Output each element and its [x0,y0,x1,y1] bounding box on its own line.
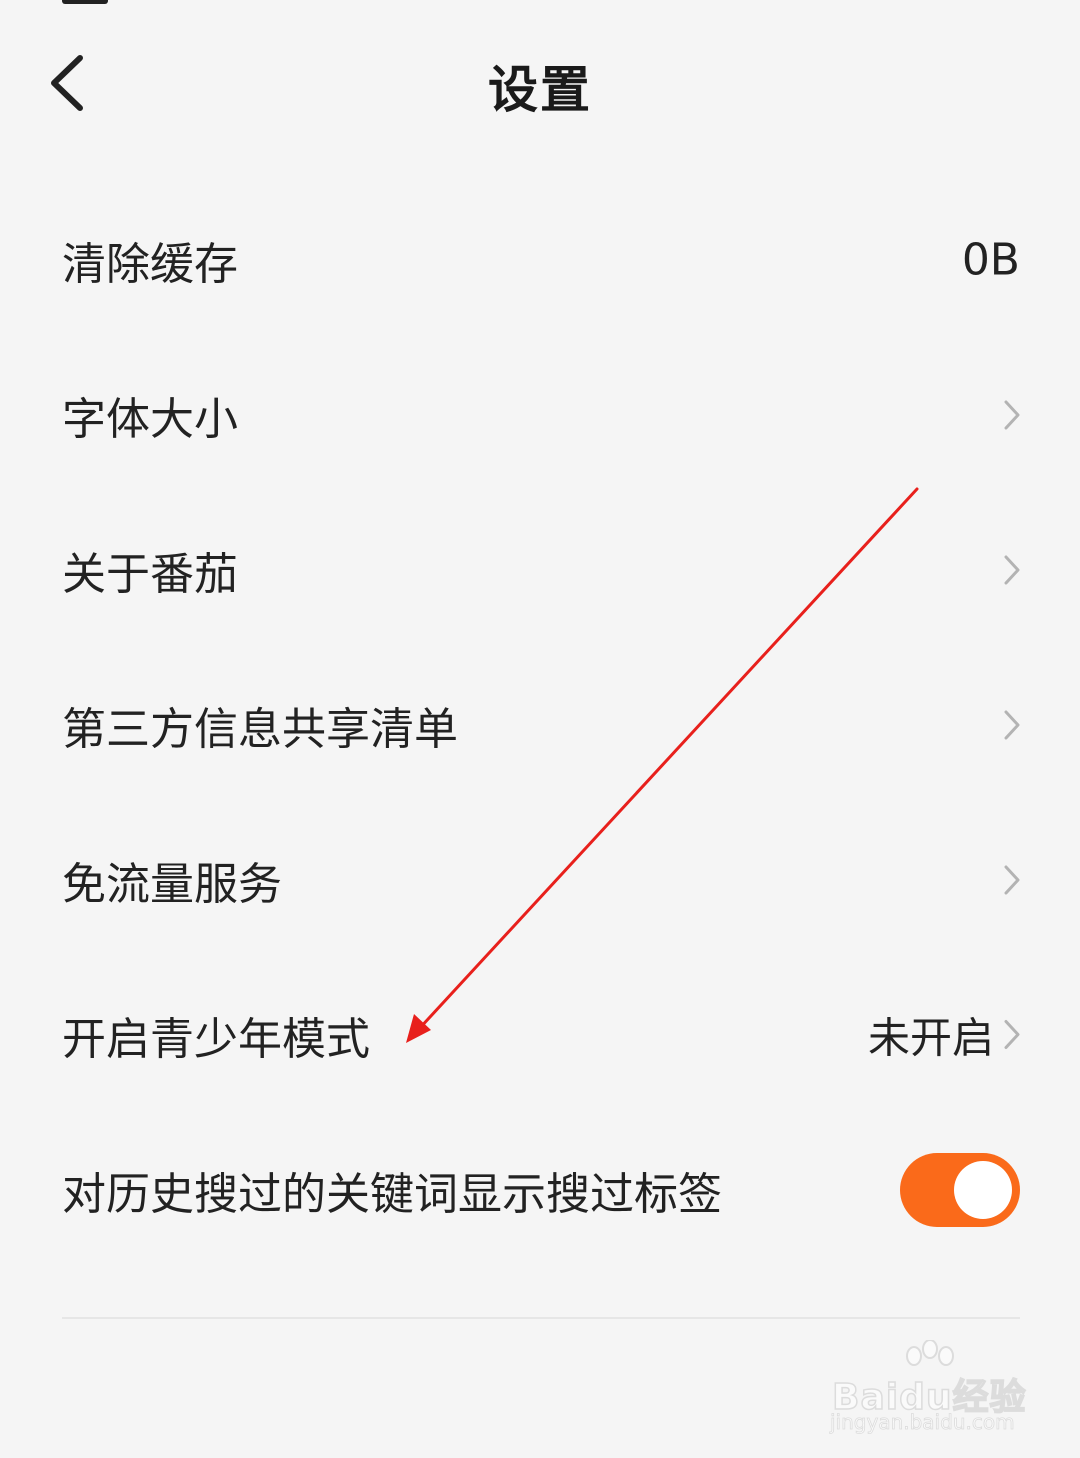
setting-clear-cache[interactable]: 清除缓存 0B [0,182,1080,337]
divider [62,1317,1020,1319]
page-title: 设置 [488,61,592,119]
setting-label: 关于番茄 [62,548,238,600]
cache-size-value: 0B [961,234,1020,285]
status-bar-remnant [62,0,108,4]
chevron-right-icon [1002,398,1022,432]
setting-label: 开启青少年模式 [62,1013,370,1065]
setting-label: 对历史搜过的关键词显示搜过标签 [62,1168,722,1220]
setting-label: 免流量服务 [62,858,282,910]
setting-label: 字体大小 [62,393,238,445]
top-bar: 设置 [0,20,1080,150]
chevron-right-icon [1002,1018,1022,1052]
setting-about[interactable]: 关于番茄 [0,492,1080,647]
chevron-right-icon [1002,553,1022,587]
setting-label: 第三方信息共享清单 [62,703,458,755]
setting-teen-mode[interactable]: 开启青少年模式 未开启 [0,957,1080,1112]
chevron-right-icon [1002,863,1022,897]
settings-list: 清除缓存 0B 字体大小 关于番茄 第三方信息共享清单 免流量服务 开启青少年模… [0,182,1080,1267]
setting-free-data-service[interactable]: 免流量服务 [0,802,1080,957]
watermark: Baidu经验 jingyan.baidu.com [826,1340,1026,1440]
chevron-right-icon [1002,708,1022,742]
toggle-knob [954,1160,1012,1219]
setting-third-party-sharing-list[interactable]: 第三方信息共享清单 [0,647,1080,802]
teen-mode-status: 未开启 [867,1013,994,1062]
setting-label: 清除缓存 [62,238,238,290]
setting-search-history-tag: 对历史搜过的关键词显示搜过标签 [0,1112,1080,1267]
watermark-url: jingyan.baidu.com [830,1410,1015,1435]
setting-font-size[interactable]: 字体大小 [0,337,1080,492]
search-tag-toggle[interactable] [900,1152,1020,1227]
